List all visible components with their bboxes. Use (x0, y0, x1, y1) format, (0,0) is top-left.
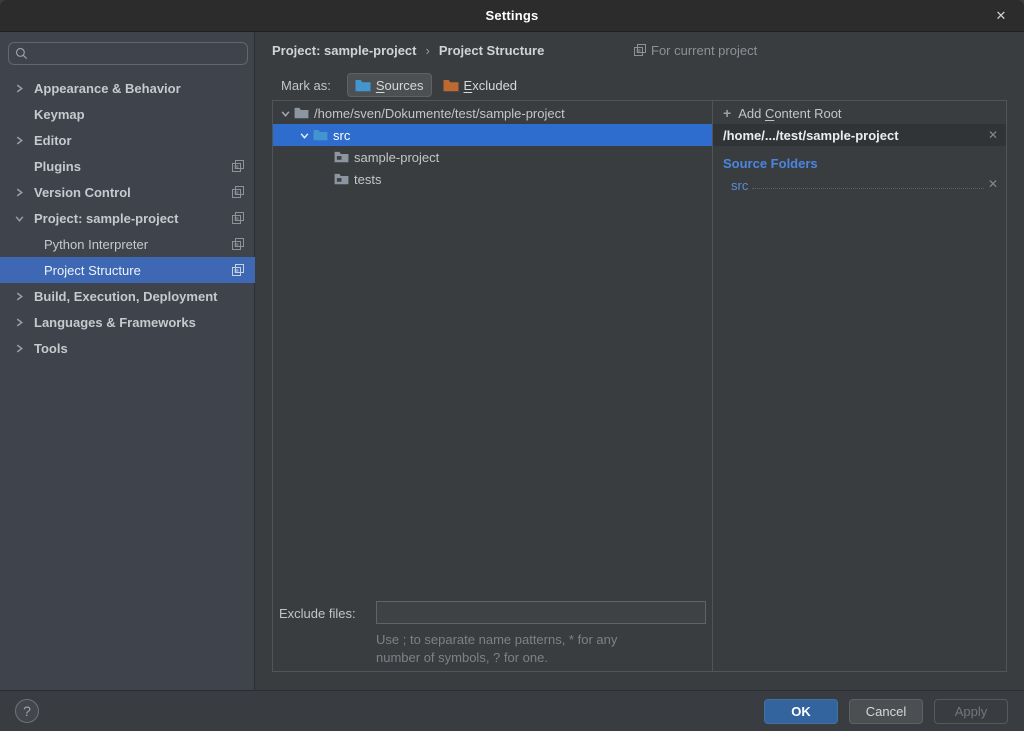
tree-row-label: sample-project (354, 150, 439, 165)
chevron-right-icon (15, 83, 25, 93)
tree-row-tests[interactable]: tests (273, 168, 712, 190)
mark-as-label: Mark as: (281, 78, 331, 93)
content-tree: /home/sven/Dokumente/test/sample-project… (273, 101, 712, 671)
exclude-hint-line1: Use ; to separate name patterns, * for a… (376, 632, 617, 647)
chevron-right-icon (15, 135, 25, 145)
excluded-folder-icon (443, 79, 459, 92)
folder-icon (294, 107, 309, 119)
scope-note: For current project (634, 40, 757, 60)
cancel-button[interactable]: Cancel (849, 699, 923, 724)
mark-excluded-button[interactable]: Excluded (436, 73, 524, 97)
per-project-icon (232, 186, 244, 201)
sidebar-item-label: Project Structure (44, 263, 141, 278)
content-root-path: /home/.../test/sample-project (723, 128, 899, 143)
sidebar-item-label: Python Interpreter (44, 237, 148, 252)
sidebar-item-project-sample-project[interactable]: Project: sample-project (0, 205, 255, 231)
apply-button[interactable]: Apply (934, 699, 1008, 724)
chevron-right-icon (15, 187, 25, 197)
dotted-leader (752, 188, 984, 189)
sidebar-item-editor[interactable]: Editor (0, 127, 255, 153)
add-content-root-button[interactable]: + Add Content Root (713, 102, 1006, 124)
source-folder-icon (313, 129, 328, 141)
sidebar-item-label: Project: sample-project (34, 211, 179, 226)
sidebar-item-plugins[interactable]: Plugins (0, 153, 255, 179)
project-structure-panel: /home/sven/Dokumente/test/sample-project… (272, 100, 1007, 672)
breadcrumb-separator: › (426, 43, 430, 58)
tree-row-src[interactable]: src (273, 124, 712, 146)
sidebar-item-project-structure[interactable]: Project Structure (0, 257, 255, 283)
tree-row-label: /home/sven/Dokumente/test/sample-project (314, 106, 565, 121)
sidebar-item-tools[interactable]: Tools (0, 335, 255, 361)
sidebar-item-version-control[interactable]: Version Control (0, 179, 255, 205)
per-project-icon (634, 44, 646, 56)
sidebar-item-label: Tools (34, 341, 68, 356)
tree-row-sample-project[interactable]: sample-project (273, 146, 712, 168)
sidebar-item-label: Version Control (34, 185, 131, 200)
titlebar: Settings ✕ (0, 0, 1024, 32)
mark-sources-button[interactable]: Sources (347, 73, 432, 97)
sidebar-item-appearance-behavior[interactable]: Appearance & Behavior (0, 75, 255, 101)
sidebar-item-label: Plugins (34, 159, 81, 174)
chevron-right-icon (15, 343, 25, 353)
content-root-row[interactable]: /home/.../test/sample-project ✕ (713, 124, 1006, 146)
content-roots-pane: + Add Content Root /home/.../test/sample… (712, 101, 1006, 671)
chevron-down-icon[interactable] (300, 131, 310, 140)
source-folders-title: Source Folders (723, 156, 1006, 171)
source-folder-row[interactable]: src ✕ (731, 173, 998, 193)
sidebar-item-python-interpreter[interactable]: Python Interpreter (0, 231, 255, 257)
scope-note-label: For current project (651, 43, 757, 58)
sidebar-item-label: Build, Execution, Deployment (34, 289, 217, 304)
settings-sidebar: Appearance & Behavior Keymap Editor Plug… (0, 32, 255, 690)
sidebar-item-languages-frameworks[interactable]: Languages & Frameworks (0, 309, 255, 335)
breadcrumb-page: Project Structure (439, 43, 544, 58)
tree-row-content-root[interactable]: /home/sven/Dokumente/test/sample-project (273, 102, 712, 124)
remove-content-root-icon[interactable]: ✕ (988, 128, 998, 142)
sidebar-item-label: Keymap (34, 107, 85, 122)
chevron-right-icon (15, 317, 25, 327)
breadcrumb: Project: sample-project › Project Struct… (272, 40, 544, 60)
exclude-files-label: Exclude files: (279, 606, 356, 621)
chevron-down-icon[interactable] (281, 109, 291, 118)
help-button[interactable]: ? (15, 699, 39, 723)
per-project-icon (232, 264, 244, 279)
breadcrumb-project[interactable]: Project: sample-project (272, 43, 417, 58)
sidebar-item-label: Editor (34, 133, 72, 148)
settings-nav: Appearance & Behavior Keymap Editor Plug… (0, 75, 255, 361)
ok-button[interactable]: OK (764, 699, 838, 724)
question-icon: ? (23, 703, 31, 719)
sidebar-item-label: Appearance & Behavior (34, 81, 181, 96)
chevron-down-icon (15, 213, 25, 223)
search-input[interactable] (33, 47, 241, 61)
tree-row-label: tests (354, 172, 381, 187)
settings-window: Settings ✕ Appearance & Behavior Keymap … (0, 0, 1024, 731)
folder-icon (334, 173, 349, 185)
chevron-right-icon (15, 291, 25, 301)
exclude-files-input[interactable] (376, 601, 706, 624)
per-project-icon (232, 212, 244, 227)
sidebar-item-build-execution-deployment[interactable]: Build, Execution, Deployment (0, 283, 255, 309)
per-project-icon (232, 238, 244, 253)
remove-source-folder-icon[interactable]: ✕ (988, 177, 998, 191)
dialog-footer: ? OK Cancel Apply (0, 690, 1024, 731)
settings-search-field[interactable] (8, 42, 248, 65)
mark-as-toolbar: Mark as: Sources Excluded (281, 72, 524, 98)
window-title: Settings (486, 8, 539, 23)
source-folder-icon (355, 79, 371, 92)
tree-row-label: src (333, 128, 350, 143)
sidebar-item-label: Languages & Frameworks (34, 315, 196, 330)
search-icon (15, 47, 28, 60)
exclude-hint-line2: number of symbols, ? for one. (376, 650, 548, 665)
sidebar-item-keymap[interactable]: Keymap (0, 101, 255, 127)
source-folder-name[interactable]: src (731, 178, 748, 193)
per-project-icon (232, 160, 244, 175)
plus-icon: + (723, 105, 731, 121)
folder-icon (334, 151, 349, 163)
close-icon[interactable]: ✕ (988, 0, 1014, 32)
